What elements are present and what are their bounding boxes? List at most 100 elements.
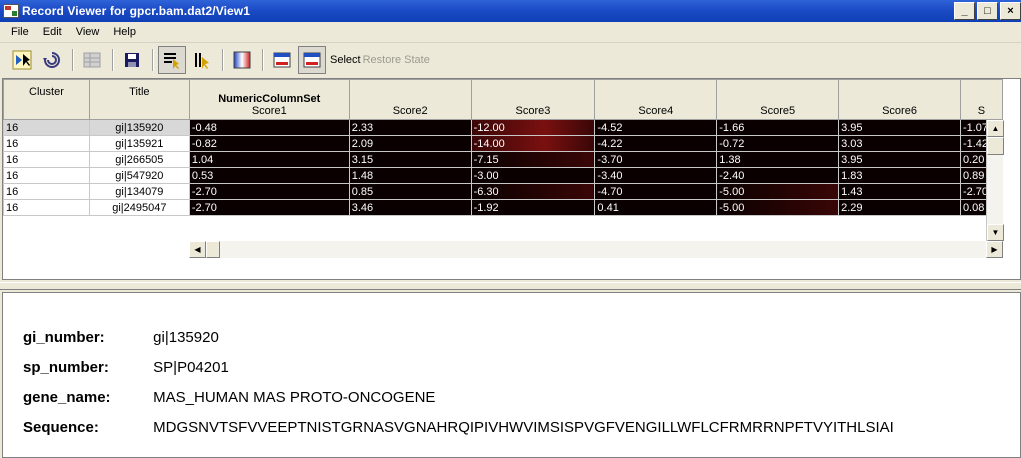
cell-score[interactable]: -4.70 xyxy=(594,183,718,200)
cell-score[interactable]: 1.38 xyxy=(716,151,840,168)
grid-button[interactable] xyxy=(78,46,106,74)
grid-icon xyxy=(83,52,101,67)
column-header-cluster[interactable]: Cluster xyxy=(3,79,90,120)
cell-score[interactable]: 1.83 xyxy=(838,167,961,184)
scroll-up-button[interactable]: ▲ xyxy=(987,120,1004,137)
cell-score[interactable]: -12.00 xyxy=(470,119,596,136)
cell-score[interactable]: -5.00 xyxy=(716,199,840,216)
restore-state-label[interactable]: Restore State xyxy=(363,54,430,66)
cell-title[interactable]: gi|266505 xyxy=(88,151,190,168)
menu-view[interactable]: View xyxy=(69,26,107,38)
column-header-score3[interactable]: Score3 xyxy=(470,79,596,120)
record-grid[interactable]: Cluster Title NumericColumnSet Score1 Sc… xyxy=(2,78,1021,280)
cell-title[interactable]: gi|2495047 xyxy=(88,199,190,216)
horizontal-scroll-thumb[interactable] xyxy=(206,241,220,258)
scroll-left-button[interactable]: ◀ xyxy=(189,241,206,258)
cell-score[interactable]: -1.66 xyxy=(716,119,840,136)
select-state-button[interactable] xyxy=(298,45,326,74)
table-row[interactable]: 16 gi|134079 -2.70 0.85 -6.30 -4.70 -5.00 1.43-… xyxy=(3,183,1003,200)
cell-score[interactable]: 2.29 xyxy=(838,199,961,216)
column-header-title[interactable]: Title xyxy=(88,79,190,120)
column-header-score4[interactable]: Score4 xyxy=(594,79,718,120)
window-button[interactable] xyxy=(268,46,296,74)
cell-score[interactable]: -3.00 xyxy=(470,167,596,184)
refresh-button[interactable] xyxy=(38,46,66,74)
select-label[interactable]: Select xyxy=(330,54,361,66)
cell-score[interactable]: 2.33 xyxy=(348,119,472,136)
window-title: Record Viewer for gpcr.bam.dat2/View1 xyxy=(22,4,251,18)
menu-edit[interactable]: Edit xyxy=(36,26,69,38)
table-row[interactable]: 16 gi|2495047 -2.70 3.46 -1.92 0.41 -5.00 2.29 0… xyxy=(3,199,1003,216)
minimize-button[interactable]: _ xyxy=(954,2,975,20)
cell-score[interactable]: -0.82 xyxy=(188,135,350,152)
cell-score[interactable]: 0.41 xyxy=(594,199,718,216)
cell-score[interactable]: -14.00 xyxy=(470,135,596,152)
table-row[interactable]: 16 gi|135921 -0.82 2.09 -14.00 -4.22 -0.72 3.03… xyxy=(3,135,1003,152)
cell-score[interactable]: 3.46 xyxy=(348,199,472,216)
cell-score[interactable]: -4.52 xyxy=(594,119,718,136)
cell-title[interactable]: gi|547920 xyxy=(88,167,190,184)
column-header-score5[interactable]: Score5 xyxy=(716,79,840,120)
cell-cluster[interactable]: 16 xyxy=(3,183,90,200)
select-rows-button[interactable] xyxy=(8,46,36,74)
cell-score[interactable]: 1.04 xyxy=(188,151,350,168)
close-button[interactable]: × xyxy=(1000,2,1021,20)
color-scale-button[interactable] xyxy=(228,46,256,74)
cell-title[interactable]: gi|135921 xyxy=(88,135,190,152)
field-value: gi|135920 xyxy=(153,329,219,346)
cell-cluster[interactable]: 16 xyxy=(3,135,90,152)
menu-file[interactable]: File xyxy=(4,26,36,38)
cell-cluster[interactable]: 16 xyxy=(3,199,90,216)
cell-score[interactable]: 2.09 xyxy=(348,135,472,152)
cell-score[interactable]: -5.00 xyxy=(716,183,840,200)
column-label: Score1 xyxy=(251,105,287,117)
cell-score[interactable]: 1.48 xyxy=(348,167,472,184)
panel-splitter[interactable] xyxy=(0,282,1021,290)
table-row[interactable]: 16 gi|547920 0.53 1.48 -3.00 -3.40 -2.40 1.83 0.… xyxy=(3,167,1003,184)
vertical-scroll-thumb[interactable] xyxy=(987,137,1004,155)
cell-score[interactable]: 0.53 xyxy=(188,167,350,184)
vertical-scrollbar[interactable]: ▲ ▼ xyxy=(986,120,1004,241)
cell-score[interactable]: -2.70 xyxy=(188,183,350,200)
cell-score[interactable]: 3.95 xyxy=(838,119,961,136)
cell-score[interactable]: 3.03 xyxy=(838,135,961,152)
column-header-score2[interactable]: Score2 xyxy=(348,79,472,120)
cell-score[interactable]: -0.72 xyxy=(716,135,840,152)
scroll-down-button[interactable]: ▼ xyxy=(987,224,1004,241)
field-value: MAS_HUMAN MAS PROTO-ONCOGENE xyxy=(153,389,436,406)
cell-title[interactable]: gi|135920 xyxy=(88,119,190,136)
cell-score[interactable]: -2.70 xyxy=(188,199,350,216)
table-row[interactable]: 16 gi|135920 -0.48 2.33 -12.00 -4.52 -1.66 3.95… xyxy=(3,119,1003,136)
cell-score[interactable]: -0.48 xyxy=(188,119,350,136)
scroll-right-button[interactable]: ▶ xyxy=(986,241,1003,258)
cell-cluster[interactable]: 16 xyxy=(3,151,90,168)
column-header-score7[interactable]: S xyxy=(959,79,1003,120)
brush-select-button[interactable] xyxy=(188,46,216,74)
cell-score[interactable]: 3.15 xyxy=(348,151,472,168)
filter-select-button[interactable] xyxy=(158,45,186,74)
cell-score[interactable]: -3.40 xyxy=(594,167,718,184)
cell-cluster[interactable]: 16 xyxy=(3,167,90,184)
title-bar[interactable]: Record Viewer for gpcr.bam.dat2/View1 _ … xyxy=(0,0,1021,22)
select-rows-icon xyxy=(12,50,32,69)
cell-score[interactable]: -3.70 xyxy=(594,151,718,168)
table-row[interactable]: 16 gi|266505 1.04 3.15 -7.15 -3.70 1.38 3.95 0.2… xyxy=(3,151,1003,168)
cell-score[interactable]: -1.92 xyxy=(470,199,596,216)
maximize-button[interactable]: □ xyxy=(977,2,998,20)
cell-score[interactable]: -2.40 xyxy=(716,167,840,184)
horizontal-scrollbar[interactable]: ◀ ▶ xyxy=(189,241,1003,258)
cell-title[interactable]: gi|134079 xyxy=(88,183,190,200)
brush-select-icon xyxy=(195,52,209,69)
column-header-score6[interactable]: Score6 xyxy=(838,79,961,120)
save-button[interactable] xyxy=(118,46,146,74)
cell-score[interactable]: -6.30 xyxy=(470,183,596,200)
cell-score[interactable]: 1.43 xyxy=(838,183,961,200)
app-icon xyxy=(3,4,19,18)
cell-cluster[interactable]: 16 xyxy=(3,119,90,136)
cell-score[interactable]: 3.95 xyxy=(838,151,961,168)
column-header-score1[interactable]: NumericColumnSet Score1 xyxy=(188,79,350,120)
menu-help[interactable]: Help xyxy=(106,26,143,38)
cell-score[interactable]: 0.85 xyxy=(348,183,472,200)
cell-score[interactable]: -7.15 xyxy=(470,151,596,168)
cell-score[interactable]: -4.22 xyxy=(594,135,718,152)
